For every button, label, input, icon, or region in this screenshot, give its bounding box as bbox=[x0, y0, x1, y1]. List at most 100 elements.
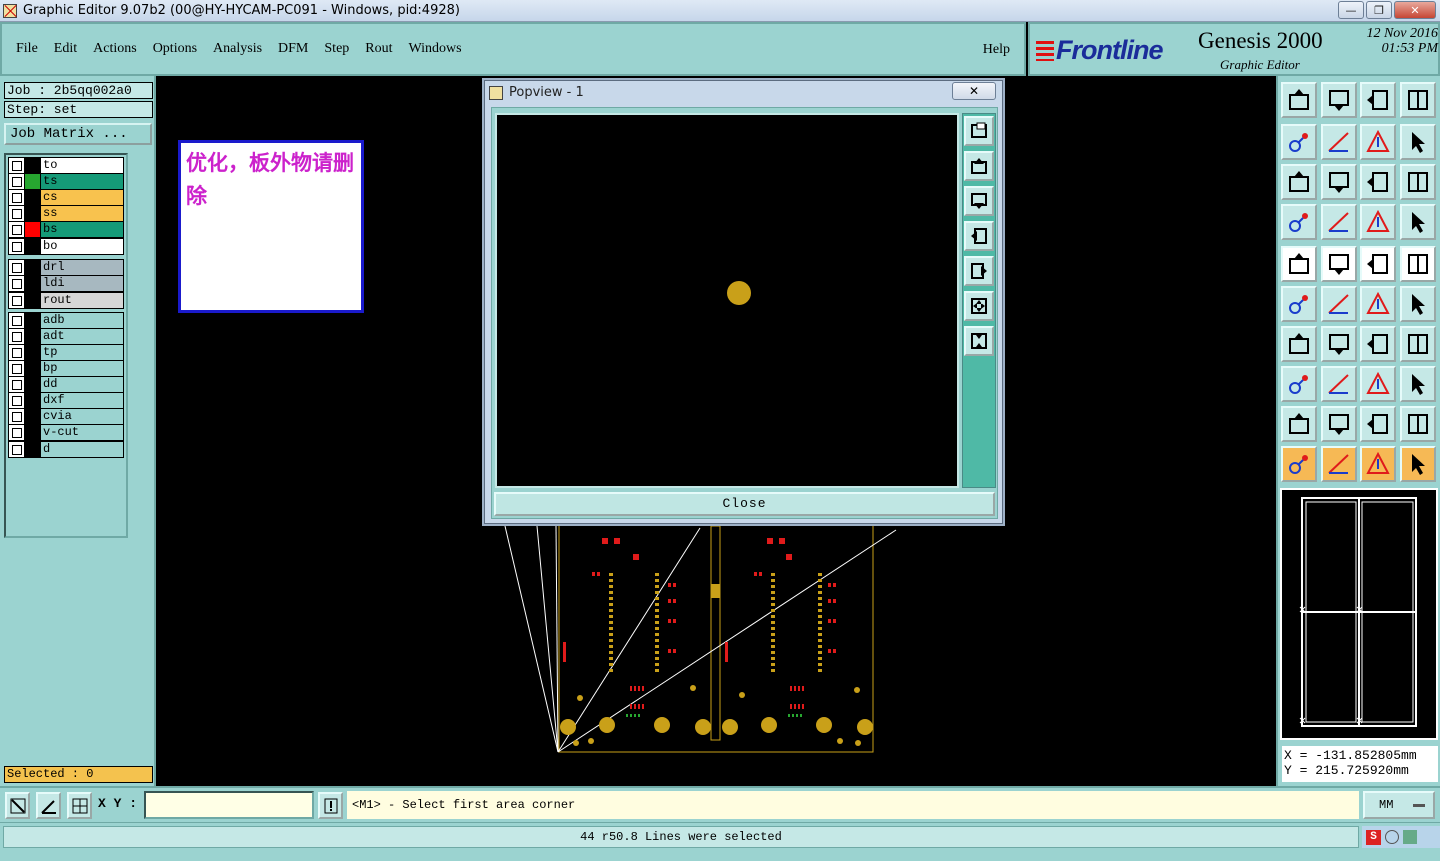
menu-windows[interactable]: Windows bbox=[409, 41, 462, 57]
layer-checkbox[interactable] bbox=[9, 260, 25, 275]
home-icon[interactable] bbox=[1360, 82, 1396, 118]
x-node-icon[interactable] bbox=[1321, 286, 1357, 322]
layer-row-cs[interactable]: cs bbox=[9, 190, 123, 206]
layer-checkbox[interactable] bbox=[9, 238, 25, 254]
tray-settings-icon[interactable] bbox=[1403, 830, 1417, 844]
layer-checkbox[interactable] bbox=[9, 206, 25, 221]
alert-icon[interactable] bbox=[318, 792, 343, 819]
triangle-a-icon[interactable] bbox=[1360, 406, 1396, 442]
pad-add-icon[interactable] bbox=[1281, 246, 1317, 282]
menu-file[interactable]: File bbox=[16, 41, 38, 57]
popview-close-icon[interactable]: ✕ bbox=[952, 82, 996, 100]
layer-checkbox[interactable] bbox=[9, 425, 25, 440]
layer-name[interactable]: ts bbox=[41, 174, 123, 189]
copy-down-icon[interactable] bbox=[1321, 82, 1357, 118]
ruler-icon[interactable] bbox=[1360, 246, 1396, 282]
menu-actions[interactable]: Actions bbox=[93, 41, 137, 57]
layer-color-swatch[interactable] bbox=[25, 393, 41, 408]
layer-row-cvia[interactable]: cvia bbox=[9, 409, 123, 425]
layer-name[interactable]: adt bbox=[41, 329, 123, 344]
layer-checkbox[interactable] bbox=[9, 329, 25, 344]
node-icon[interactable] bbox=[1281, 286, 1317, 322]
layer-row-dd[interactable]: dd bbox=[9, 377, 123, 393]
window-split-icon[interactable] bbox=[1400, 82, 1436, 118]
layer-checkbox[interactable] bbox=[9, 409, 25, 424]
layer-name[interactable]: bp bbox=[41, 361, 123, 376]
pan-up-icon[interactable] bbox=[964, 151, 994, 181]
layer-name[interactable]: tp bbox=[41, 345, 123, 360]
dot-icon[interactable] bbox=[1400, 246, 1436, 282]
layer-checkbox[interactable] bbox=[9, 190, 25, 205]
mirror-f-icon[interactable] bbox=[1400, 326, 1436, 362]
menu-analysis[interactable]: Analysis bbox=[213, 41, 262, 57]
measure-tool-icon[interactable] bbox=[1281, 204, 1317, 240]
layer-row-adt[interactable]: adt bbox=[9, 329, 123, 345]
restore-button[interactable]: ❐ bbox=[1366, 1, 1392, 19]
layer-checkbox[interactable] bbox=[9, 292, 25, 308]
pointer-icon[interactable] bbox=[1281, 446, 1317, 482]
layer-checkbox[interactable] bbox=[9, 174, 25, 189]
layer-row-v-cut[interactable]: v-cut bbox=[9, 425, 123, 441]
menu-rout[interactable]: Rout bbox=[365, 41, 392, 57]
layer-checkbox[interactable] bbox=[9, 158, 25, 173]
tray-s-icon[interactable]: S bbox=[1366, 829, 1381, 845]
job-matrix-button[interactable]: Job Matrix ... bbox=[4, 123, 152, 145]
layer-row-ts[interactable]: ts bbox=[9, 174, 123, 190]
menu-options[interactable]: Options bbox=[153, 41, 197, 57]
zoom-fit-icon[interactable] bbox=[1281, 164, 1317, 200]
layer-checkbox[interactable] bbox=[9, 276, 25, 291]
layer-color-swatch[interactable] bbox=[25, 329, 41, 344]
rotate-icon[interactable] bbox=[1360, 326, 1396, 362]
layer-row-drl[interactable]: drl bbox=[9, 260, 123, 276]
zoom-center-icon[interactable] bbox=[1321, 164, 1357, 200]
layer-color-swatch[interactable] bbox=[25, 313, 41, 328]
layer-color-swatch[interactable] bbox=[25, 345, 41, 360]
layer-color-swatch[interactable] bbox=[25, 409, 41, 424]
layer-color-swatch[interactable] bbox=[25, 206, 41, 221]
mini-view[interactable] bbox=[1280, 488, 1438, 740]
layer-name[interactable]: bs bbox=[41, 222, 123, 237]
layer-checkbox[interactable] bbox=[9, 377, 25, 392]
layer-color-swatch[interactable] bbox=[25, 292, 41, 308]
triangle-icon[interactable] bbox=[1281, 406, 1317, 442]
layer-name[interactable]: ldi bbox=[41, 276, 123, 291]
menu-edit[interactable]: Edit bbox=[54, 41, 77, 57]
popview-canvas[interactable] bbox=[495, 113, 959, 488]
help-icon[interactable] bbox=[1400, 164, 1436, 200]
layer-checkbox[interactable] bbox=[9, 393, 25, 408]
menu-dfm[interactable]: DFM bbox=[278, 41, 308, 57]
layer-checkbox[interactable] bbox=[9, 313, 25, 328]
copy-left-icon[interactable] bbox=[1281, 124, 1317, 160]
layer-color-swatch[interactable] bbox=[25, 425, 41, 440]
snap-s-icon[interactable] bbox=[1400, 124, 1436, 160]
layer-color-swatch[interactable] bbox=[25, 361, 41, 376]
layer-color-swatch[interactable] bbox=[25, 222, 41, 237]
flip-icon[interactable] bbox=[1360, 124, 1396, 160]
layer-row-bp[interactable]: bp bbox=[9, 361, 123, 377]
menu-step[interactable]: Step bbox=[324, 41, 349, 57]
dimension-icon[interactable] bbox=[1360, 366, 1396, 402]
layer-row-bo[interactable]: bo bbox=[9, 238, 123, 254]
pan-left-icon[interactable] bbox=[964, 221, 994, 251]
grid-snap-icon[interactable] bbox=[67, 792, 92, 819]
popview-close-button[interactable]: Close bbox=[494, 492, 995, 516]
connect-icon[interactable] bbox=[1360, 286, 1396, 322]
minimize-button[interactable]: — bbox=[1338, 1, 1364, 19]
layer-name[interactable]: ss bbox=[41, 206, 123, 221]
line-split-icon[interactable] bbox=[1321, 366, 1357, 402]
layer-name[interactable]: cs bbox=[41, 190, 123, 205]
angle-icon[interactable] bbox=[1281, 326, 1317, 362]
triangle-b-icon[interactable] bbox=[1400, 406, 1436, 442]
menu-help[interactable]: Help bbox=[983, 42, 1010, 58]
layer-row-dxf[interactable]: dxf bbox=[9, 393, 123, 409]
pin-icon[interactable] bbox=[1321, 204, 1357, 240]
scale-1to2-icon[interactable] bbox=[1360, 164, 1396, 200]
layer-name[interactable]: cvia bbox=[41, 409, 123, 424]
layer-name[interactable]: adb bbox=[41, 313, 123, 328]
layer-name[interactable]: dxf bbox=[41, 393, 123, 408]
layer-color-swatch[interactable] bbox=[25, 238, 41, 254]
zoom-window-icon[interactable] bbox=[964, 116, 994, 146]
layer-row-rout[interactable]: rout bbox=[9, 292, 123, 308]
layer-color-swatch[interactable] bbox=[25, 260, 41, 275]
snap-line-icon[interactable] bbox=[5, 792, 30, 819]
